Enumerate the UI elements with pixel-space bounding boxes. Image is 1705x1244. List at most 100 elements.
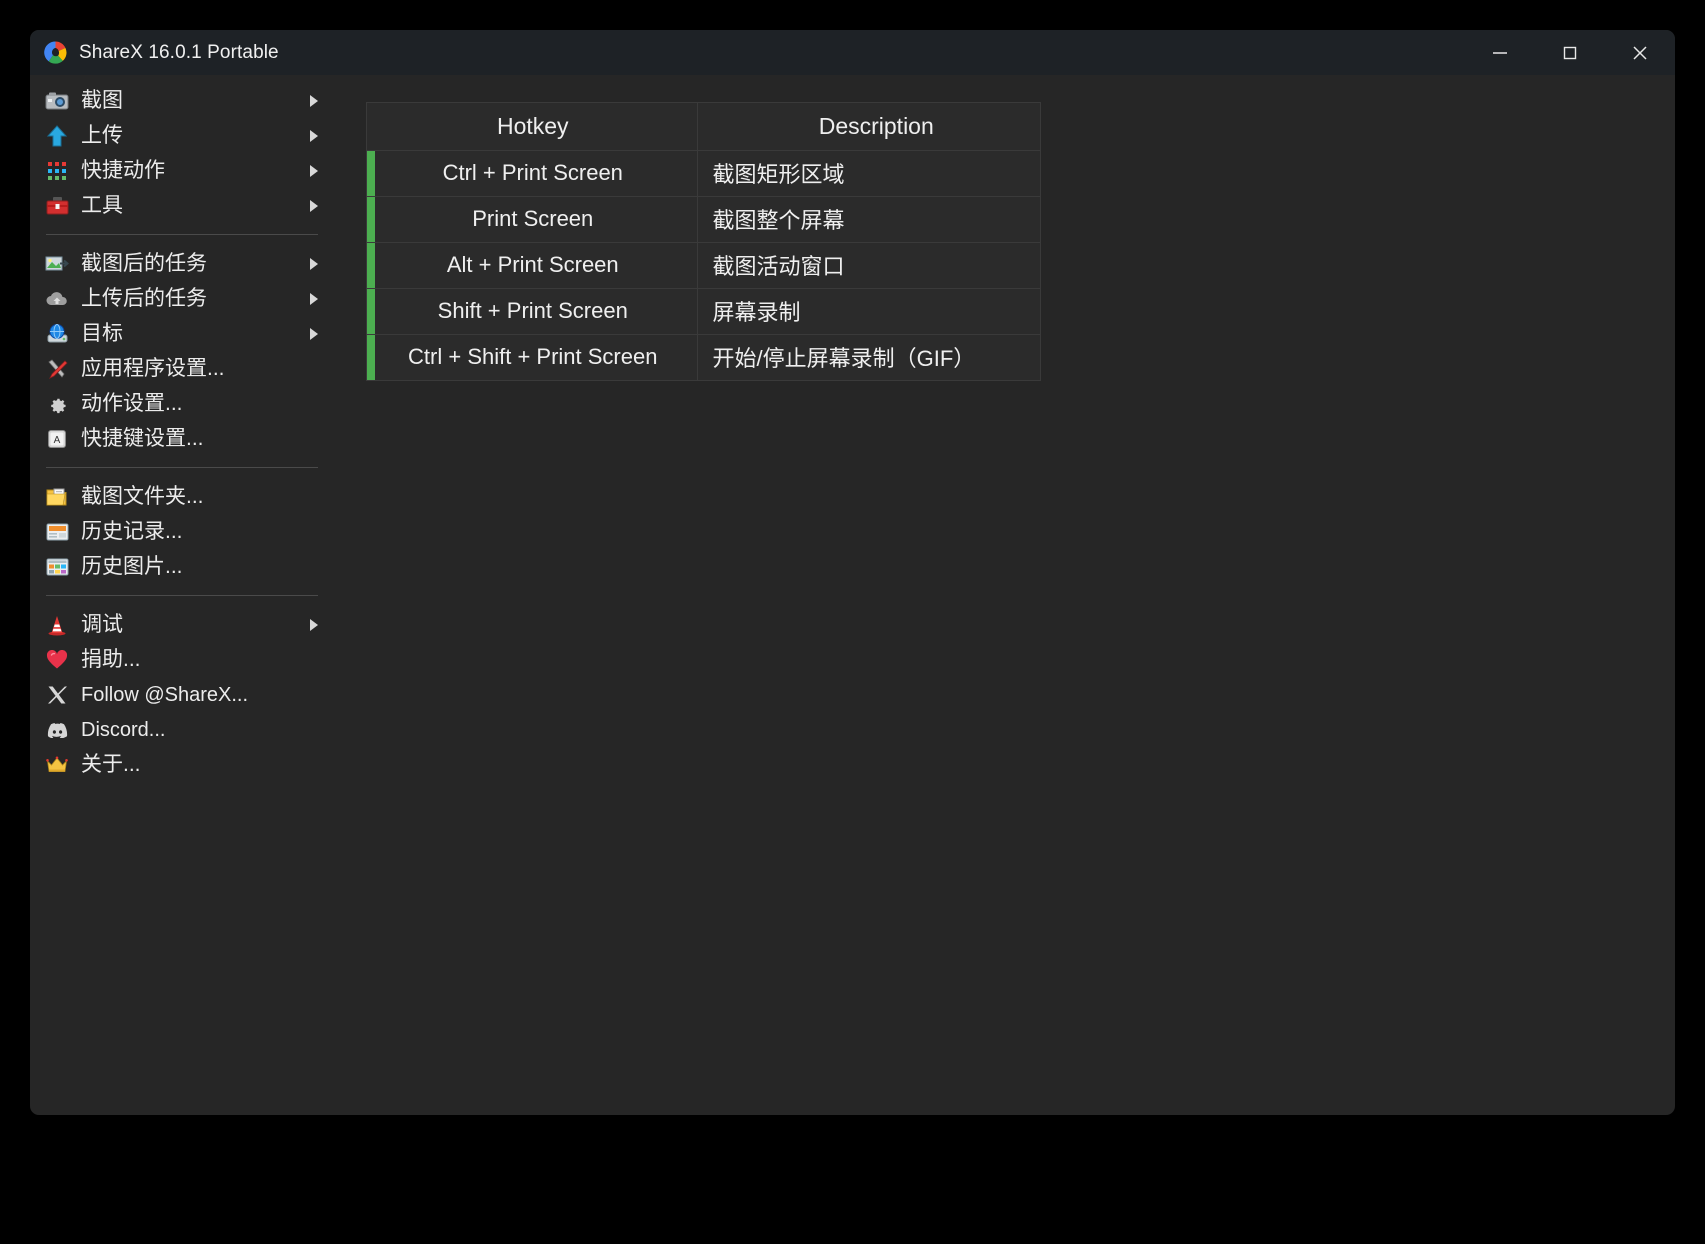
destination-globe-icon — [44, 321, 70, 347]
gear-icon — [44, 391, 70, 417]
sidebar-item-label: 上传后的任务 — [81, 287, 207, 310]
history-list-icon — [44, 519, 70, 545]
sidebar-item-label: 捐助... — [81, 648, 141, 671]
wrench-screwdriver-icon — [44, 356, 70, 382]
sidebar-item-after-capture-tasks[interactable]: 截图后的任务 — [30, 246, 335, 281]
chevron-right-icon — [310, 292, 318, 305]
sidebar-item-label: Discord... — [81, 718, 166, 741]
sidebar-item-label: 快捷动作 — [81, 159, 165, 182]
sidebar-menu: 截图 上传 快捷动作 工具 截图后的任务 上传后的任务 目标 应用程序设置...… — [30, 75, 335, 782]
keyboard-key-icon: A — [44, 426, 70, 452]
sidebar-item-tools[interactable]: 工具 — [30, 188, 335, 223]
sidebar-item-label: 历史记录... — [81, 520, 183, 543]
discord-icon — [44, 717, 70, 743]
traffic-cone-icon — [44, 612, 70, 638]
cell-description: 屏幕录制 — [697, 288, 1040, 335]
sidebar-item-label: 关于... — [81, 753, 141, 776]
sidebar-item-label: Follow @ShareX... — [81, 683, 249, 706]
cell-description: 截图活动窗口 — [697, 242, 1040, 289]
table-row[interactable]: Alt + Print Screen 截图活动窗口 — [367, 242, 1040, 289]
sidebar-item-label: 截图 — [81, 89, 123, 112]
cell-hotkey: Print Screen — [375, 196, 698, 243]
column-header-hotkey[interactable]: Hotkey — [375, 103, 698, 151]
chevron-right-icon — [310, 164, 318, 177]
hotkey-table: Hotkey Description Ctrl + Print Screen 截… — [366, 102, 1041, 381]
menu-separator — [46, 467, 318, 468]
table-row[interactable]: Shift + Print Screen 屏幕录制 — [367, 288, 1040, 335]
chevron-right-icon — [310, 199, 318, 212]
sidebar-item-application-settings[interactable]: 应用程序设置... — [30, 351, 335, 386]
camera-icon — [44, 88, 70, 114]
status-indicator — [367, 288, 375, 335]
cloud-icon — [44, 286, 70, 312]
status-indicator — [367, 196, 375, 243]
sharex-main-window: ShareX 16.0.1 Portable 截图 上传 快捷动作 工具 截图后… — [30, 30, 1675, 1115]
status-indicator — [367, 242, 375, 289]
sidebar-item-about[interactable]: 关于... — [30, 747, 335, 782]
heart-icon — [44, 647, 70, 673]
color-dots-grid-icon — [44, 158, 70, 184]
status-indicator — [367, 150, 375, 197]
chevron-right-icon — [310, 94, 318, 107]
cell-hotkey: Alt + Print Screen — [375, 242, 698, 289]
sidebar-item-label: 上传 — [81, 124, 123, 147]
sidebar-item-label: 应用程序设置... — [81, 357, 225, 380]
maximize-button[interactable] — [1535, 30, 1605, 75]
table-row[interactable]: Ctrl + Shift + Print Screen 开始/停止屏幕录制（GI… — [367, 334, 1040, 380]
column-header-description[interactable]: Description — [697, 103, 1040, 151]
status-indicator — [367, 334, 375, 380]
sidebar-item-history[interactable]: 历史记录... — [30, 514, 335, 549]
chevron-right-icon — [310, 257, 318, 270]
table-header-row: Hotkey Description — [367, 103, 1040, 151]
sidebar-item-label: 历史图片... — [81, 555, 183, 578]
sidebar-item-quick-actions[interactable]: 快捷动作 — [30, 153, 335, 188]
sidebar-item-label: 截图后的任务 — [81, 252, 207, 275]
sidebar-item-follow-sharex[interactable]: Follow @ShareX... — [30, 677, 335, 712]
sidebar-item-debug[interactable]: 调试 — [30, 607, 335, 642]
cell-hotkey: Ctrl + Shift + Print Screen — [375, 334, 698, 380]
titlebar: ShareX 16.0.1 Portable — [30, 30, 1675, 75]
sidebar-item-after-upload-tasks[interactable]: 上传后的任务 — [30, 281, 335, 316]
window-title: ShareX 16.0.1 Portable — [79, 41, 279, 63]
sidebar-item-label: 动作设置... — [81, 392, 183, 415]
x-twitter-icon — [44, 682, 70, 708]
sidebar-item-label: 目标 — [81, 322, 123, 345]
sidebar-item-label: 调试 — [81, 613, 123, 636]
sidebar-item-discord[interactable]: Discord... — [30, 712, 335, 747]
sidebar-item-label: 快捷键设置... — [81, 427, 204, 450]
menu-separator — [46, 595, 318, 596]
folder-icon — [44, 484, 70, 510]
cell-description: 开始/停止屏幕录制（GIF） — [697, 334, 1040, 380]
sidebar-item-hotkey-settings[interactable]: A 快捷键设置... — [30, 421, 335, 456]
sidebar-item-upload[interactable]: 上传 — [30, 118, 335, 153]
minimize-button[interactable] — [1465, 30, 1535, 75]
sidebar-item-destinations[interactable]: 目标 — [30, 316, 335, 351]
sidebar-item-label: 工具 — [81, 194, 123, 217]
sidebar-item-capture[interactable]: 截图 — [30, 83, 335, 118]
close-button[interactable] — [1605, 30, 1675, 75]
cell-hotkey: Ctrl + Print Screen — [375, 150, 698, 197]
cell-hotkey: Shift + Print Screen — [375, 288, 698, 335]
after-capture-icon — [44, 251, 70, 277]
sidebar-item-action-settings[interactable]: 动作设置... — [30, 386, 335, 421]
chevron-right-icon — [310, 129, 318, 142]
table-row[interactable]: Print Screen 截图整个屏幕 — [367, 196, 1040, 243]
menu-separator — [46, 234, 318, 235]
sidebar-item-donate[interactable]: 捐助... — [30, 642, 335, 677]
table-row[interactable]: Ctrl + Print Screen 截图矩形区域 — [367, 150, 1040, 197]
cell-description: 截图矩形区域 — [697, 150, 1040, 197]
sidebar-item-label: 截图文件夹... — [81, 485, 204, 508]
svg-text:A: A — [54, 435, 61, 446]
upload-arrow-icon — [44, 123, 70, 149]
window-controls — [1465, 30, 1675, 75]
sidebar-item-screenshots-folder[interactable]: 截图文件夹... — [30, 479, 335, 514]
sharex-swirl-logo-icon — [43, 40, 68, 65]
chevron-right-icon — [310, 327, 318, 340]
image-history-icon — [44, 554, 70, 580]
status-indicator-header — [367, 103, 375, 151]
chevron-right-icon — [310, 618, 318, 631]
cell-description: 截图整个屏幕 — [697, 196, 1040, 243]
toolbox-icon — [44, 193, 70, 219]
crown-icon — [44, 752, 70, 778]
sidebar-item-image-history[interactable]: 历史图片... — [30, 549, 335, 584]
